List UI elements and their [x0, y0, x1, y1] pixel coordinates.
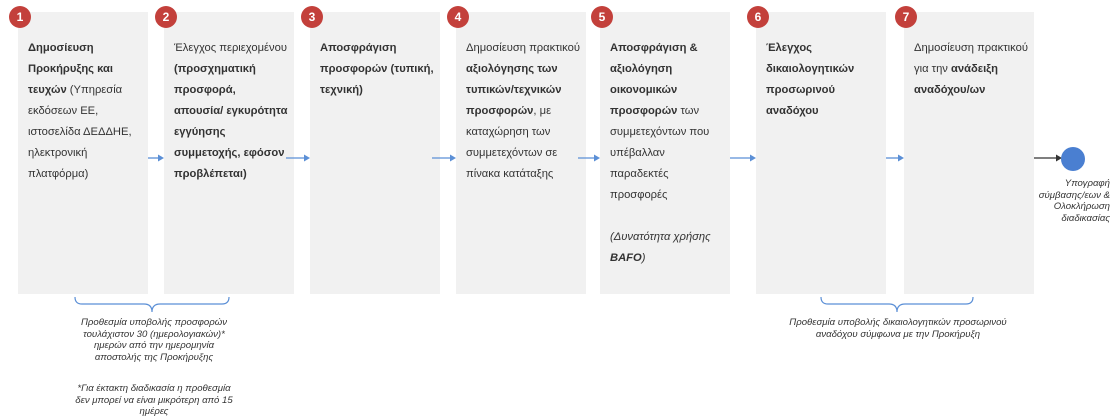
step-4: 4 Δημοσίευση πρακτικού αξιολόγησης των τ…	[447, 6, 586, 294]
step-text-segment: Αποσφράγιση προσφορών	[320, 42, 397, 75]
step-7: 7 Δημοσίευση πρακτικού για την ανάδειξη …	[895, 6, 1034, 294]
step-text-segment: )	[641, 252, 646, 264]
step-6: 6 Έλεγχος δικαιολογητικών προσωρινού ανα…	[747, 6, 886, 294]
step-text-segment: Έλεγχος περιεχομένου	[174, 42, 287, 54]
step-text-segment: Έλεγχος δικαιολογητικών προσωρινού αναδό…	[766, 42, 855, 117]
step-text: Αποσφράγιση προσφορών (τυπική, τεχνική)	[320, 38, 434, 101]
flow-arrow	[578, 152, 600, 164]
step-text: Έλεγχος περιεχομένου (προσχηματική προσφ…	[174, 38, 288, 185]
flow-arrow	[148, 152, 164, 164]
step-text-segment: (προσχηματική προσφορά, απουσία/ εγκυρότ…	[174, 63, 288, 180]
deadline-note-left: Προθεσμία υποβολής προσφορών τουλάχιστον…	[80, 317, 227, 363]
flow-arrow	[286, 152, 310, 164]
step-badge: 4	[447, 6, 469, 28]
step-text: Αποσφράγιση & αξιολόγηση οικονομικών προ…	[610, 38, 724, 269]
end-node	[1061, 147, 1085, 171]
deadline-brace-right	[820, 296, 974, 319]
step-text-segment: (Δυνατότητα χρήσης	[610, 231, 711, 243]
flow-arrow-end	[1034, 152, 1062, 164]
step-badge: 7	[895, 6, 917, 28]
flow-arrow	[432, 152, 456, 164]
step-3: 3 Αποσφράγιση προσφορών (τυπική, τεχνική…	[301, 6, 440, 294]
deadline-brace-left	[74, 296, 230, 319]
step-text-segment: BAFO	[610, 252, 642, 264]
flow-arrow	[886, 152, 904, 164]
step-badge: 2	[155, 6, 177, 28]
step-badge: 5	[591, 6, 613, 28]
flow-arrow	[730, 152, 756, 164]
step-2: 2 Έλεγχος περιεχομένου (προσχηματική προ…	[155, 6, 294, 294]
step-text-segment: Δημοσίευση πρακτικού	[466, 42, 580, 54]
step-5: 5 Αποσφράγιση & αξιολόγηση οικονομικών π…	[591, 6, 730, 294]
step-text: Έλεγχος δικαιολογητικών προσωρινού αναδό…	[766, 38, 880, 122]
step-1: 1 Δημοσίευση Προκήρυξης και τευχών (Υπηρ…	[9, 6, 148, 294]
deadline-note-right: Προθεσμία υποβολής δικαιολογητικών προσω…	[789, 317, 1007, 340]
step-badge: 6	[747, 6, 769, 28]
deadline-footnote: *Για έκτακτη διαδικασία η προθεσμία δεν …	[75, 383, 233, 417]
step-text: Δημοσίευση πρακτικού για την ανάδειξη αν…	[914, 38, 1028, 101]
step-text-segment: (Υπηρεσία εκδόσεων ΕΕ, ιστοσελίδα ΔΕΔΔΗΕ…	[28, 84, 132, 180]
end-label: Υπογραφή σύμβασης/εων & Ολοκλήρωση διαδι…	[1038, 178, 1110, 224]
step-badge: 3	[301, 6, 323, 28]
step-text-segment: των συμμετεχόντων που υπέβαλλαν παραδεκτ…	[610, 105, 710, 201]
procurement-process-diagram: 1 Δημοσίευση Προκήρυξης και τευχών (Υπηρ…	[0, 0, 1110, 417]
step-text: Δημοσίευση Προκήρυξης και τευχών (Υπηρεσ…	[28, 38, 142, 185]
step-text: Δημοσίευση πρακτικού αξιολόγησης των τυπ…	[466, 38, 580, 185]
step-badge: 1	[9, 6, 31, 28]
